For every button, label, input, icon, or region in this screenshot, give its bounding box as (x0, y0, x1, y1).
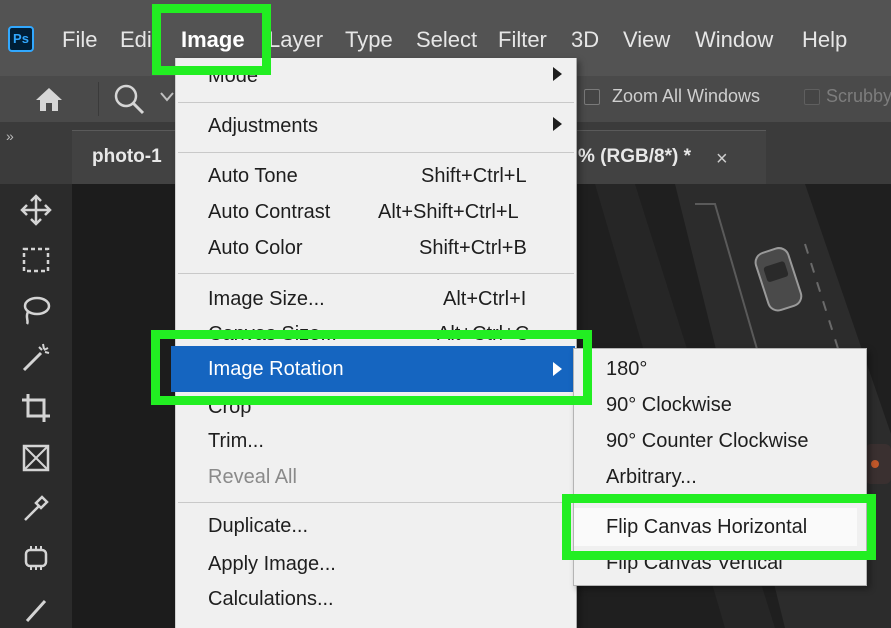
submenu-item-90-counter-clockwise[interactable]: 90° Counter Clockwise (606, 429, 809, 453)
zoom-all-windows-label: Zoom All Windows (612, 86, 761, 106)
document-tab-label: photo-1 (92, 146, 162, 167)
marquee-tool-icon[interactable] (14, 242, 58, 278)
submenu-item-90-clockwise[interactable]: 90° Clockwise (606, 393, 732, 417)
crop-tool-icon[interactable] (14, 390, 58, 426)
menu-layer[interactable]: Layer (268, 26, 323, 54)
canvas-area (72, 184, 182, 628)
zoom-all-windows-checkbox[interactable] (584, 89, 600, 105)
menu-item-duplicate[interactable]: Duplicate... (208, 514, 308, 538)
photoshop-logo-icon: Ps (8, 26, 34, 52)
menu-item-adjustments[interactable]: Adjustments (208, 114, 318, 138)
magic-wand-tool-icon[interactable] (14, 340, 58, 376)
menu-select[interactable]: Select (416, 26, 477, 54)
highlight-box-flip-horizontal (562, 494, 876, 560)
highlight-box-image-rotation (151, 330, 592, 405)
menu-item-auto-contrast[interactable]: Auto Contrast (208, 200, 330, 224)
menu-item-reveal-all: Reveal All (208, 466, 297, 488)
menu-help[interactable]: Help (802, 26, 847, 54)
menu-item-image-size[interactable]: Image Size... (208, 287, 325, 311)
brush-tool-icon[interactable] (14, 590, 58, 626)
lasso-tool-icon[interactable] (14, 292, 58, 328)
scrubby-zoom-checkbox[interactable] (804, 89, 820, 105)
document-tab-active-label: % (RGB/8*) * (578, 146, 691, 167)
shortcut-auto-contrast: Alt+Shift+Ctrl+L (378, 201, 519, 223)
chevron-down-icon[interactable] (160, 92, 174, 102)
close-tab-icon[interactable]: × (716, 148, 728, 171)
menu-filter[interactable]: Filter (498, 26, 547, 54)
menu-3d[interactable]: 3D (571, 26, 599, 54)
menu-item-auto-color[interactable]: Auto Color (208, 236, 303, 260)
menu-separator (178, 502, 574, 503)
menu-item-trim[interactable]: Trim... (208, 429, 264, 453)
home-icon[interactable] (34, 86, 64, 112)
shortcut-auto-tone: Shift+Ctrl+L (421, 165, 527, 187)
menu-item-calculations[interactable]: Calculations... (208, 587, 334, 611)
menu-view[interactable]: View (623, 26, 670, 54)
scrubby-zoom-label: Scrubby (826, 86, 891, 106)
submenu-item-180[interactable]: 180° (606, 357, 647, 381)
menu-separator (178, 152, 574, 153)
menu-item-apply-image[interactable]: Apply Image... (208, 552, 336, 576)
shortcut-image-size: Alt+Ctrl+I (443, 288, 527, 310)
healing-brush-tool-icon[interactable] (14, 540, 58, 576)
menu-separator (178, 102, 574, 103)
move-tool-icon[interactable] (14, 192, 58, 228)
menu-item-auto-tone[interactable]: Auto Tone (208, 164, 298, 188)
menu-type[interactable]: Type (345, 26, 393, 54)
submenu-item-arbitrary[interactable]: Arbitrary... (606, 465, 697, 489)
zoom-tool-icon[interactable] (112, 82, 148, 116)
shortcut-auto-color: Shift+Ctrl+B (419, 237, 527, 259)
highlight-box-image-menu (152, 4, 271, 75)
menu-window[interactable]: Window (695, 26, 773, 54)
frame-tool-icon[interactable] (14, 440, 58, 476)
eyedropper-tool-icon[interactable] (14, 490, 58, 526)
menu-edit[interactable]: Edi (120, 26, 152, 54)
menu-separator (178, 273, 574, 274)
submenu-arrow-icon (553, 117, 562, 131)
collapse-panel-icon[interactable]: » (6, 128, 14, 144)
menu-file[interactable]: File (62, 26, 97, 54)
submenu-arrow-icon (553, 67, 562, 81)
